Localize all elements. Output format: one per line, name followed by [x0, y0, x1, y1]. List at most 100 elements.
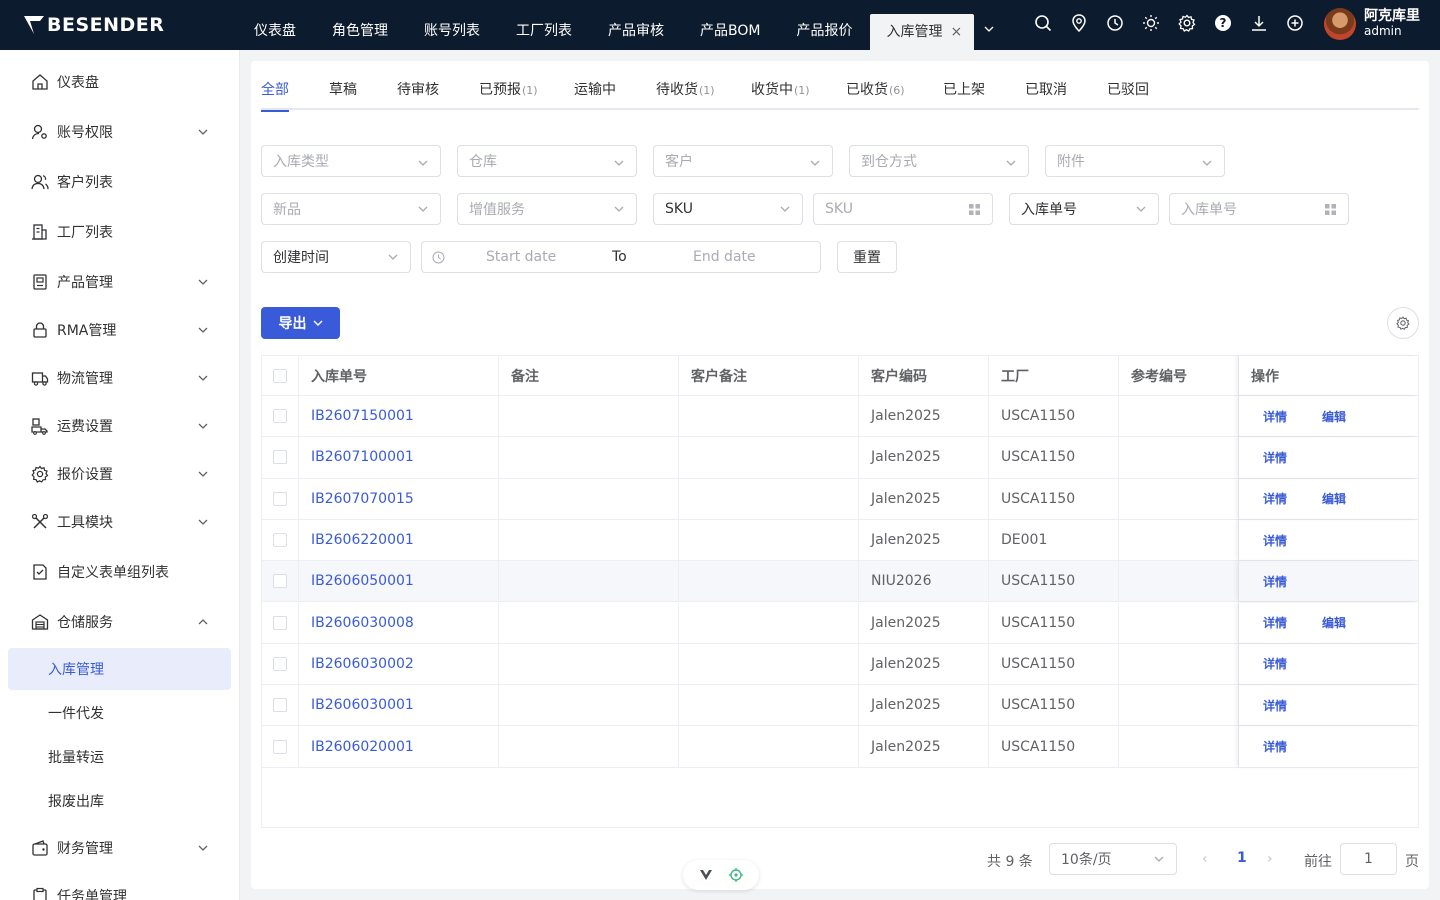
order-number-input[interactable]: 入库单号: [1169, 193, 1349, 225]
sidebar-item[interactable]: 工具模块: [0, 500, 239, 544]
table-row[interactable]: IB2606020001 Jalen2025 USCA1150 详情: [262, 726, 1418, 768]
grid-icon[interactable]: [969, 204, 980, 215]
inbound-order-link[interactable]: IB2606030008: [311, 615, 414, 631]
sidebar-item[interactable]: 财务管理: [0, 826, 239, 870]
status-tab[interactable]: 收货中(1): [751, 79, 810, 110]
sidebar-subitem[interactable]: 入库管理: [8, 648, 231, 690]
row-checkbox[interactable]: [273, 450, 287, 465]
row-checkbox[interactable]: [273, 739, 287, 754]
user-menu[interactable]: 阿克库里 admin: [1324, 8, 1420, 40]
logo[interactable]: BESENDER: [22, 12, 164, 38]
detail-button[interactable]: 详情: [1263, 655, 1287, 672]
inbound-order-link[interactable]: IB2606020001: [311, 739, 414, 755]
help-icon[interactable]: ?: [1214, 14, 1232, 32]
sidebar-item[interactable]: 账号权限: [0, 110, 239, 154]
inbound-type-select[interactable]: 入库类型: [261, 145, 441, 177]
sidebar-item[interactable]: 运费设置: [0, 404, 239, 448]
sun-icon[interactable]: [1142, 14, 1160, 32]
status-tab[interactable]: 全部: [261, 79, 289, 112]
inbound-order-link[interactable]: IB2607100001: [311, 449, 414, 465]
top-nav-item[interactable]: 工厂列表: [498, 0, 590, 50]
vue-devtools-icon[interactable]: [699, 868, 713, 882]
edit-button[interactable]: 编辑: [1322, 614, 1346, 631]
order-type-select[interactable]: 入库单号: [1009, 193, 1159, 225]
detail-button[interactable]: 详情: [1263, 449, 1287, 466]
sidebar-item[interactable]: 产品管理: [0, 260, 239, 304]
next-page-button[interactable]: ›: [1267, 851, 1273, 867]
status-tab[interactable]: 待收货(1): [656, 79, 715, 110]
sidebar-item[interactable]: 物流管理: [0, 356, 239, 400]
grid-icon[interactable]: [1325, 204, 1336, 215]
goto-page-input[interactable]: 1: [1340, 843, 1397, 875]
date-range-picker[interactable]: Start date To End date: [421, 241, 821, 273]
top-nav-item[interactable]: 产品报价: [778, 0, 870, 50]
detail-button[interactable]: 详情: [1263, 738, 1287, 755]
detail-button[interactable]: 详情: [1263, 697, 1287, 714]
row-checkbox[interactable]: [273, 698, 287, 713]
edit-button[interactable]: 编辑: [1322, 408, 1346, 425]
table-row[interactable]: IB2606050001 NIU2026 USCA1150 详情: [262, 561, 1418, 603]
detail-button[interactable]: 详情: [1263, 490, 1287, 507]
target-icon[interactable]: [729, 868, 743, 882]
avatar[interactable]: [1324, 8, 1356, 40]
sidebar-item[interactable]: 报价设置: [0, 452, 239, 496]
top-nav-item[interactable]: 产品BOM: [682, 0, 778, 50]
row-checkbox[interactable]: [273, 409, 287, 424]
sku-type-select[interactable]: SKU: [653, 193, 803, 225]
start-date-input[interactable]: Start date: [486, 249, 556, 265]
status-tab[interactable]: 运输中: [574, 79, 616, 110]
plus-circle-icon[interactable]: [1286, 14, 1304, 32]
search-icon[interactable]: [1034, 14, 1052, 32]
sidebar-item[interactable]: 仪表盘: [0, 60, 239, 104]
value-added-select[interactable]: 增值服务: [457, 193, 637, 225]
inbound-order-link[interactable]: IB2606030002: [311, 656, 414, 672]
gear-icon[interactable]: [1178, 14, 1196, 32]
warehouse-select[interactable]: 仓库: [457, 145, 637, 177]
sidebar-item[interactable]: 自定义表单组列表: [0, 550, 239, 594]
row-checkbox[interactable]: [273, 656, 287, 671]
column-settings-button[interactable]: [1387, 307, 1419, 339]
inbound-order-link[interactable]: IB2607150001: [311, 408, 414, 424]
sidebar-item[interactable]: 客户列表: [0, 160, 239, 204]
status-tab[interactable]: 已上架: [943, 79, 985, 110]
row-checkbox[interactable]: [273, 615, 287, 630]
sidebar-item[interactable]: 仓储服务: [0, 600, 239, 644]
inbound-order-link[interactable]: IB2607070015: [311, 491, 414, 507]
table-row[interactable]: IB2607150001 Jalen2025 USCA1150 详情 编辑: [262, 396, 1418, 438]
status-tab[interactable]: 已取消: [1025, 79, 1067, 110]
sidebar-subitem[interactable]: 一件代发: [8, 692, 231, 734]
end-date-input[interactable]: End date: [693, 249, 756, 265]
inbound-order-link[interactable]: IB2606030001: [311, 697, 414, 713]
new-product-select[interactable]: 新品: [261, 193, 441, 225]
status-tab[interactable]: 草稿: [329, 79, 357, 110]
arrival-method-select[interactable]: 到仓方式: [849, 145, 1029, 177]
status-tab[interactable]: 已收货(6): [846, 79, 905, 110]
detail-button[interactable]: 详情: [1263, 614, 1287, 631]
sidebar-item[interactable]: 任务单管理: [0, 874, 239, 900]
status-tab[interactable]: 待审核: [397, 79, 439, 110]
inbound-order-link[interactable]: IB2606050001: [311, 573, 414, 589]
top-nav-item[interactable]: 仪表盘: [236, 0, 314, 50]
sidebar-subitem[interactable]: 报废出库: [8, 780, 231, 822]
detail-button[interactable]: 详情: [1263, 532, 1287, 549]
detail-button[interactable]: 详情: [1263, 573, 1287, 590]
table-row[interactable]: IB2606030008 Jalen2025 USCA1150 详情 编辑: [262, 602, 1418, 644]
table-row[interactable]: IB2606030002 Jalen2025 USCA1150 详情: [262, 643, 1418, 686]
status-tab[interactable]: 已驳回: [1107, 79, 1149, 110]
prev-page-button[interactable]: ‹: [1202, 851, 1208, 867]
reset-button[interactable]: 重置: [837, 241, 897, 273]
page-number[interactable]: 1: [1237, 850, 1247, 866]
inbound-order-link[interactable]: IB2606220001: [311, 532, 414, 548]
close-icon[interactable]: ×: [950, 14, 962, 50]
sku-input[interactable]: SKU: [813, 193, 993, 225]
chevron-down-icon[interactable]: [974, 0, 1004, 50]
export-button[interactable]: 导出: [261, 307, 340, 339]
table-row[interactable]: IB2607070015 Jalen2025 USCA1150 详情 编辑: [262, 478, 1418, 520]
status-tab[interactable]: 已预报(1): [479, 79, 538, 110]
table-row[interactable]: IB2606220001 Jalen2025 DE001 详情: [262, 519, 1418, 562]
download-icon[interactable]: [1250, 14, 1268, 32]
table-row[interactable]: IB2606030001 Jalen2025 USCA1150 详情: [262, 685, 1418, 727]
detail-button[interactable]: 详情: [1263, 408, 1287, 425]
top-nav-item[interactable]: 账号列表: [406, 0, 498, 50]
sidebar-subitem[interactable]: 批量转运: [8, 736, 231, 778]
